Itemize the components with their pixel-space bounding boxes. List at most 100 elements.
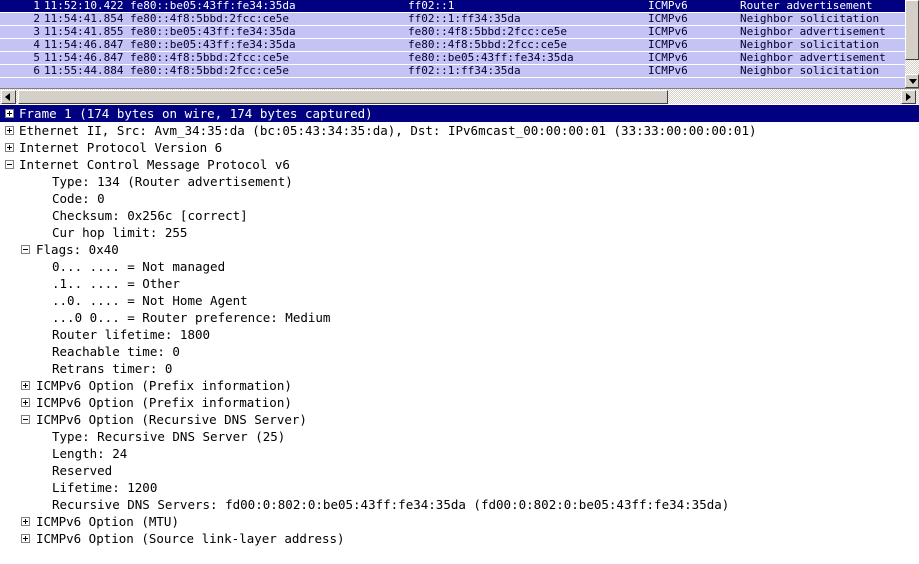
detail-tree-row[interactable]: 0... .... = Not managed [0, 258, 919, 275]
down-arrow-icon[interactable] [905, 74, 919, 88]
detail-tree-row[interactable]: ICMPv6 Option (Prefix information) [0, 377, 919, 394]
detail-tree-label: Cur hop limit: 255 [52, 225, 188, 240]
expand-icon[interactable] [5, 126, 14, 135]
packet-protocol: ICMPv6 [648, 0, 688, 12]
packet-info: Neighbor solicitation [740, 13, 880, 25]
packet-source: fe80::4f8:5bbd:2fcc:ce5e [130, 52, 289, 64]
packet-protocol: ICMPv6 [648, 26, 688, 38]
detail-tree-label: Retrans timer: 0 [52, 361, 173, 376]
detail-tree-row[interactable]: ..0. .... = Not Home Agent [0, 292, 919, 309]
expand-icon[interactable] [21, 381, 30, 390]
detail-tree-row[interactable]: Retrans timer: 0 [0, 360, 919, 377]
packet-time: 11:52:10.4225 [44, 0, 124, 12]
packet-source: fe80::4f8:5bbd:2fcc:ce5e [130, 13, 289, 25]
packet-destination: fe80::be05:43ff:fe34:35da [408, 52, 574, 64]
detail-tree-row[interactable]: ICMPv6 Option (Recursive DNS Server) [0, 411, 919, 428]
detail-tree-row[interactable]: Code: 0 [0, 190, 919, 207]
detail-tree-label: ..0. .... = Not Home Agent [52, 293, 248, 308]
packet-no: 6 [33, 65, 40, 77]
packet-source: fe80::be05:43ff:fe34:35da [130, 26, 296, 38]
detail-tree-label: Checksum: 0x256c [correct] [52, 208, 248, 223]
detail-tree-label: Internet Protocol Version 6 [19, 140, 223, 155]
left-arrow-glyph [5, 93, 10, 101]
packet-destination: ff02::1 [408, 0, 455, 12]
detail-tree-row[interactable]: Frame 1 (174 bytes on wire, 174 bytes ca… [0, 105, 919, 122]
packet-info: Neighbor advertisement [740, 52, 886, 64]
packet-source: fe80::be05:43ff:fe34:35da [130, 0, 296, 12]
horizontal-scrollbar-thumb[interactable] [18, 90, 668, 104]
packet-time: 11:54:41.8556 [44, 26, 124, 38]
packet-time: 11:54:46.8473 [44, 39, 124, 51]
packet-no: 2 [33, 13, 40, 25]
left-arrow-icon[interactable] [1, 90, 16, 104]
packet-info: Neighbor solicitation [740, 65, 880, 77]
detail-tree-label: Ethernet II, Src: Avm_34:35:da (bc:05:43… [19, 123, 757, 138]
detail-tree-row[interactable]: Type: 134 (Router advertisement) [0, 173, 919, 190]
detail-tree-label: ICMPv6 Option (Prefix information) [36, 395, 292, 410]
detail-tree-label: ...0 0... = Router preference: Medium [52, 310, 331, 325]
packet-time: 11:54:46.8476 [44, 52, 124, 64]
detail-tree-label: Length: 24 [52, 446, 128, 461]
detail-tree-row[interactable]: Internet Control Message Protocol v6 [0, 156, 919, 173]
packet-list-horizontal-scrollbar[interactable] [0, 88, 919, 104]
packet-list-row[interactable]: 6 11:55:44.8841 fe80::4f8:5bbd:2fcc:ce5e ff… [0, 65, 905, 78]
packet-no: 1 [33, 0, 40, 12]
packet-list-vertical-scrollbar[interactable] [905, 0, 919, 88]
collapse-icon[interactable] [5, 160, 14, 169]
detail-tree-row[interactable]: ICMPv6 Option (MTU) [0, 513, 919, 530]
detail-tree-label: Frame 1 (174 bytes on wire, 174 bytes ca… [19, 106, 373, 121]
detail-tree-row[interactable]: Type: Recursive DNS Server (25) [0, 428, 919, 445]
detail-tree-label: 0... .... = Not managed [52, 259, 226, 274]
packet-destination: fe80::4f8:5bbd:2fcc:ce5e [408, 26, 567, 38]
packet-list-row[interactable]: 2 11:54:41.8547 fe80::4f8:5bbd:2fcc:ce5e ff… [0, 13, 905, 26]
detail-tree-row[interactable]: Lifetime: 1200 [0, 479, 919, 496]
expand-icon[interactable] [5, 109, 14, 118]
detail-tree-row[interactable]: ICMPv6 Option (Source link-layer address… [0, 530, 919, 547]
detail-tree-row[interactable]: ...0 0... = Router preference: Medium [0, 309, 919, 326]
expand-icon[interactable] [5, 143, 14, 152]
detail-tree-label: .1.. .... = Other [52, 276, 180, 291]
expand-icon[interactable] [21, 517, 30, 526]
expand-icon[interactable] [21, 398, 30, 407]
right-arrow-icon[interactable] [901, 90, 916, 104]
detail-tree-row[interactable]: .1.. .... = Other [0, 275, 919, 292]
detail-tree-label: ICMPv6 Option (Prefix information) [36, 378, 292, 393]
detail-tree-row[interactable]: Reserved [0, 462, 919, 479]
detail-tree-label: Reachable time: 0 [52, 344, 180, 359]
collapse-icon[interactable] [21, 245, 30, 254]
expand-icon[interactable] [21, 534, 30, 543]
detail-tree-row[interactable]: Ethernet II, Src: Avm_34:35:da (bc:05:43… [0, 122, 919, 139]
packet-protocol: ICMPv6 [648, 65, 688, 77]
packet-time: 11:55:44.8841 [44, 65, 124, 77]
detail-tree-row[interactable]: Reachable time: 0 [0, 343, 919, 360]
packet-destination: fe80::4f8:5bbd:2fcc:ce5e [408, 39, 567, 51]
packet-detail-pane[interactable]: Frame 1 (174 bytes on wire, 174 bytes ca… [0, 105, 919, 564]
detail-tree-row[interactable]: Router lifetime: 1800 [0, 326, 919, 343]
detail-tree-label: ICMPv6 Option (Recursive DNS Server) [36, 412, 307, 427]
packet-destination: ff02::1:ff34:35da [408, 65, 521, 77]
detail-tree-row[interactable]: ICMPv6 Option (Prefix information) [0, 394, 919, 411]
packet-time: 11:54:41.8547 [44, 13, 124, 25]
packet-list-row[interactable]: 4 11:54:46.8473 fe80::be05:43ff:fe34:35da f… [0, 39, 905, 52]
packet-list-row[interactable]: 1 11:52:10.4225 fe80::be05:43ff:fe34:35da f… [0, 0, 905, 13]
packet-list-pane[interactable]: 1 11:52:10.4225 fe80::be05:43ff:fe34:35da f… [0, 0, 919, 88]
detail-tree-label: Type: 134 (Router advertisement) [52, 174, 293, 189]
detail-tree-label: Lifetime: 1200 [52, 480, 158, 495]
detail-tree-row[interactable]: Cur hop limit: 255 [0, 224, 919, 241]
packet-info: Neighbor advertisement [740, 26, 886, 38]
detail-tree-row[interactable]: Checksum: 0x256c [correct] [0, 207, 919, 224]
packet-protocol: ICMPv6 [648, 52, 688, 64]
packet-list-row-partial[interactable] [0, 78, 905, 88]
packet-list-row[interactable]: 3 11:54:41.8556 fe80::be05:43ff:fe34:35da f… [0, 26, 905, 39]
collapse-icon[interactable] [21, 415, 30, 424]
packet-list-rows[interactable]: 1 11:52:10.4225 fe80::be05:43ff:fe34:35da f… [0, 0, 906, 88]
detail-tree-row[interactable]: Flags: 0x40 [0, 241, 919, 258]
packet-list-row[interactable]: 5 11:54:46.8476 fe80::4f8:5bbd:2fcc:ce5e fe… [0, 52, 905, 65]
detail-tree-label: Router lifetime: 1800 [52, 327, 211, 342]
detail-tree-row[interactable]: Internet Protocol Version 6 [0, 139, 919, 156]
scrollbar-thumb[interactable] [905, 0, 919, 60]
detail-tree-row[interactable]: Length: 24 [0, 445, 919, 462]
detail-tree-row[interactable]: Recursive DNS Servers: fd00:0:802:0:be05… [0, 496, 919, 513]
packet-protocol: ICMPv6 [648, 39, 688, 51]
packet-no: 4 [33, 39, 40, 51]
